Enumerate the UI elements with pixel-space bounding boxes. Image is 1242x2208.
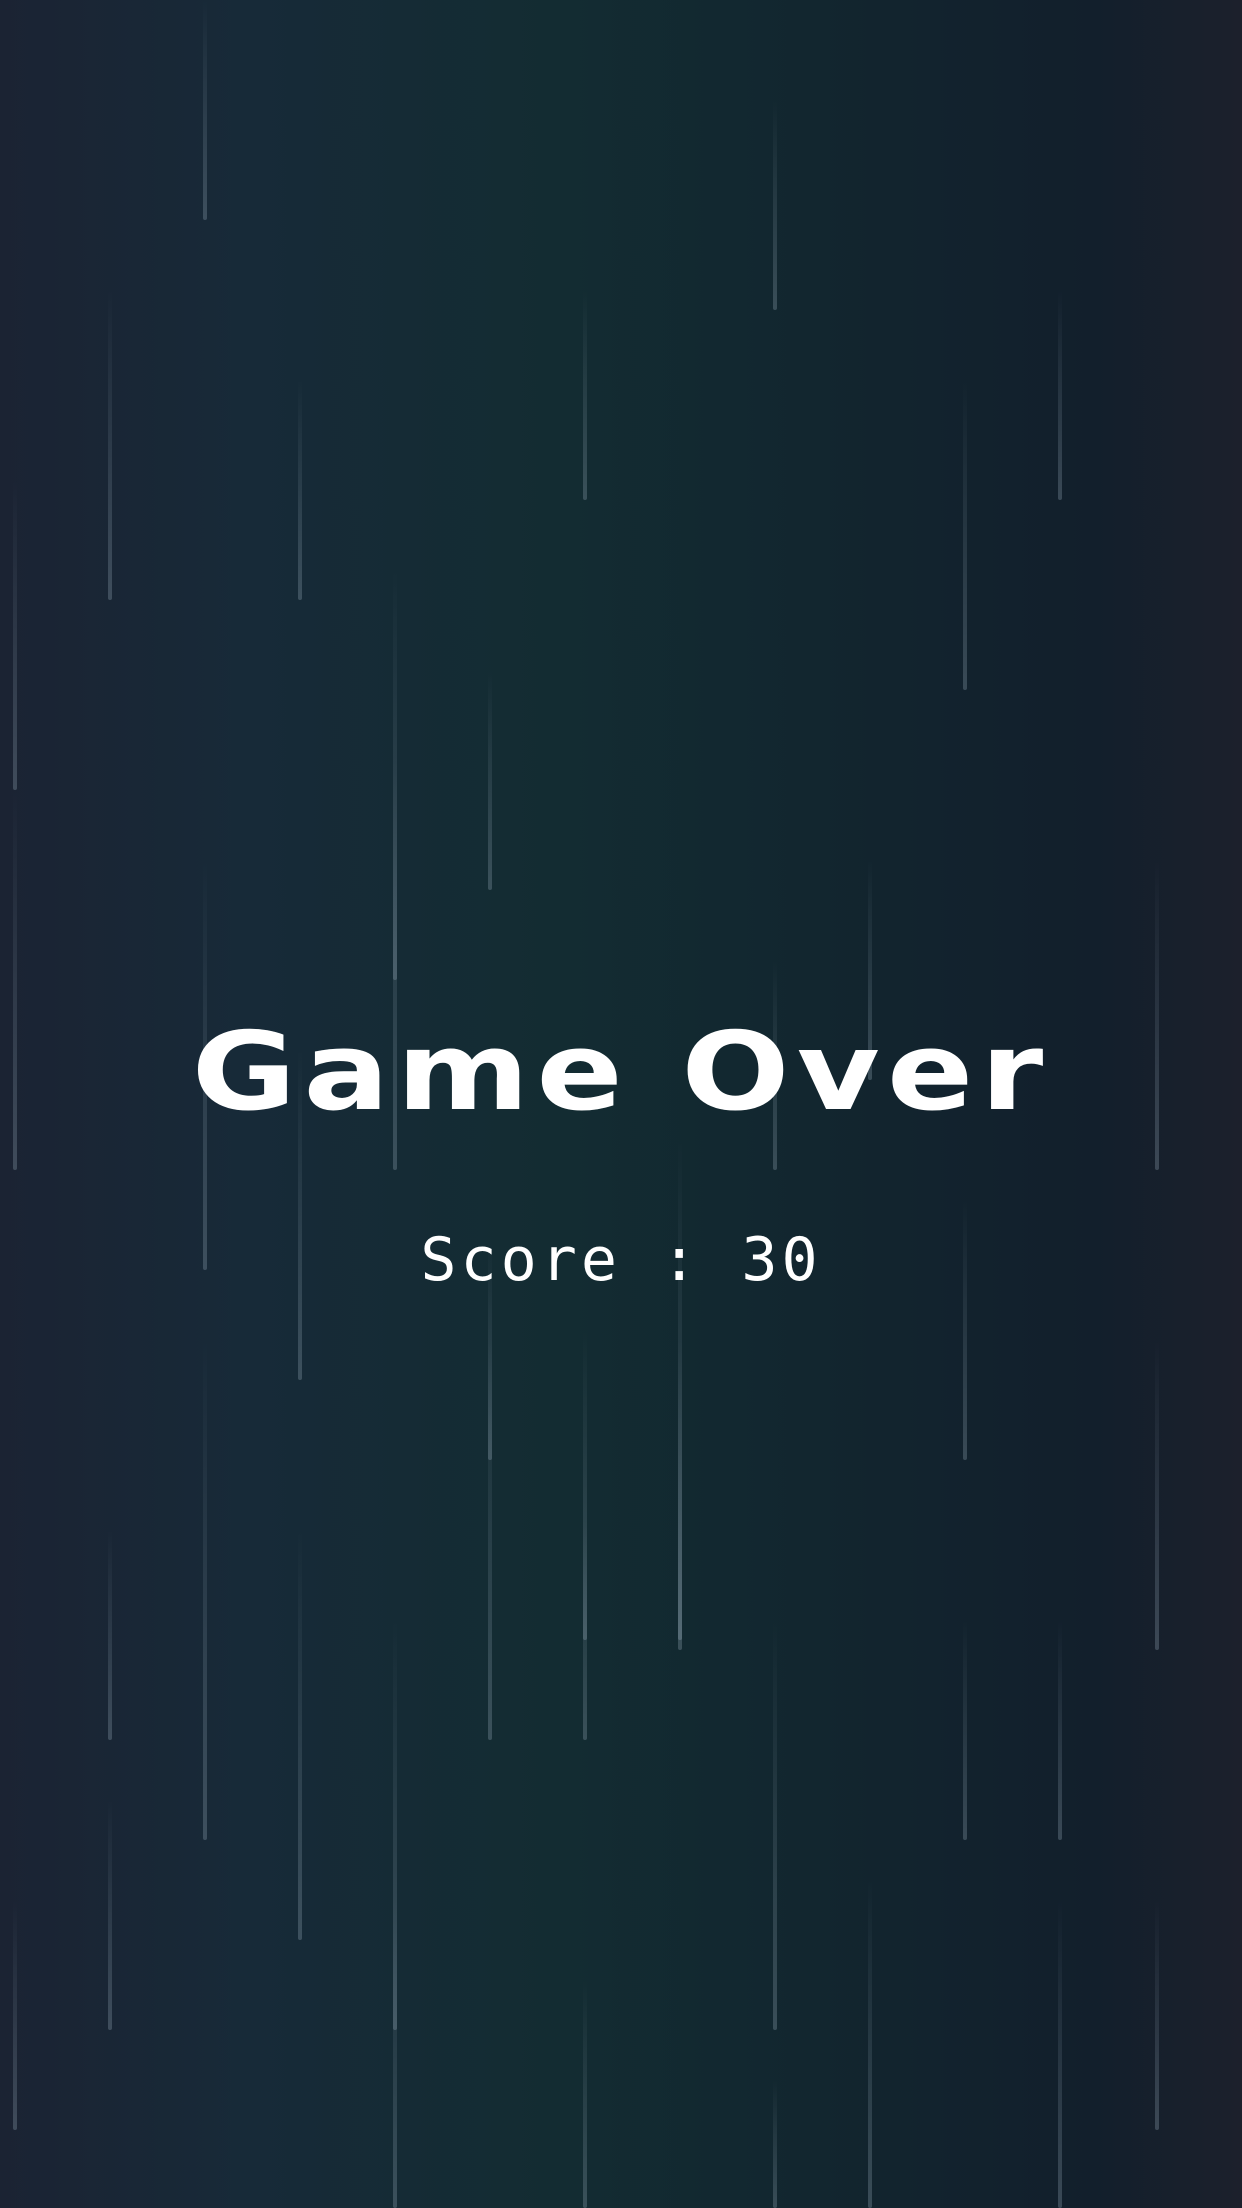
rain-streak	[868, 1880, 872, 2208]
rain-streak	[963, 1620, 967, 1840]
rain-streak	[583, 1980, 587, 2208]
rain-streak	[13, 480, 17, 790]
score-label: Score : 30	[420, 1225, 822, 1295]
rain-streak	[1058, 1620, 1062, 1840]
rain-streak	[13, 1900, 17, 2130]
rain-streak	[108, 290, 112, 600]
rain-streak	[298, 380, 302, 600]
rain-streak	[963, 380, 967, 690]
rain-streak	[1155, 1900, 1159, 2130]
rain-streak	[678, 1340, 682, 1650]
rain-streak	[773, 2080, 777, 2208]
rain-streak	[1058, 1900, 1062, 2208]
rain-streak	[1058, 290, 1062, 500]
rain-streak	[203, 1340, 207, 1840]
rain-streak	[583, 1520, 587, 1740]
rain-streak	[108, 1530, 112, 1740]
rain-streak	[773, 1620, 777, 2030]
game-over-title: Game Over	[191, 1010, 1051, 1135]
rain-streak	[583, 290, 587, 500]
rain-streak	[1155, 1340, 1159, 1650]
rain-streak	[488, 1340, 492, 1740]
rain-streak	[393, 1900, 397, 2208]
rain-streak	[488, 670, 492, 890]
rain-streak	[108, 1800, 112, 2030]
rain-streak	[773, 100, 777, 310]
rain-streak	[203, 0, 207, 220]
rain-streak	[298, 1530, 302, 1940]
game-over-screen: Game Over Score : 30	[0, 0, 1242, 2208]
